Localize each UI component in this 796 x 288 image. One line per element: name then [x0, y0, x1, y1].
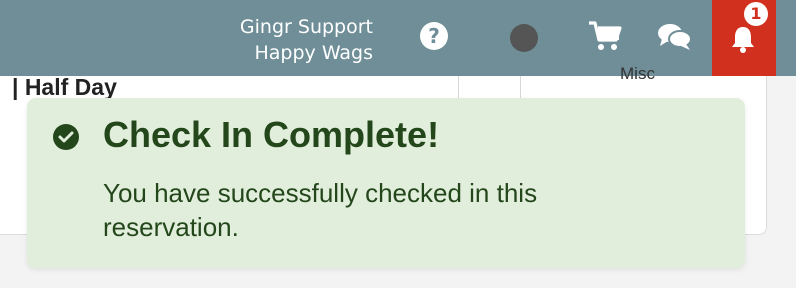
toast-message: You have successfully checked in this re… [103, 178, 538, 242]
top-navbar: Gingr Support Happy Wags ? 1 [0, 0, 796, 76]
chat-icon[interactable] [657, 22, 692, 54]
account-switcher[interactable]: Gingr Support Happy Wags [240, 14, 373, 66]
success-toast[interactable]: Check In Complete! You have successfully… [27, 98, 745, 268]
bell-icon [728, 24, 758, 54]
help-icon[interactable]: ? [420, 22, 452, 54]
notifications-button[interactable]: 1 [712, 0, 776, 76]
reservation-type-label: | Half Day [12, 74, 117, 100]
check-circle-icon [53, 124, 79, 150]
cart-icon[interactable] [588, 20, 622, 52]
status-dot[interactable] [510, 24, 538, 52]
location-name: Happy Wags [254, 42, 373, 64]
user-name: Gingr Support [239, 16, 373, 38]
toast-title: Check In Complete! [103, 114, 440, 155]
notification-badge: 1 [744, 2, 768, 26]
column-text: Misc [620, 64, 655, 83]
